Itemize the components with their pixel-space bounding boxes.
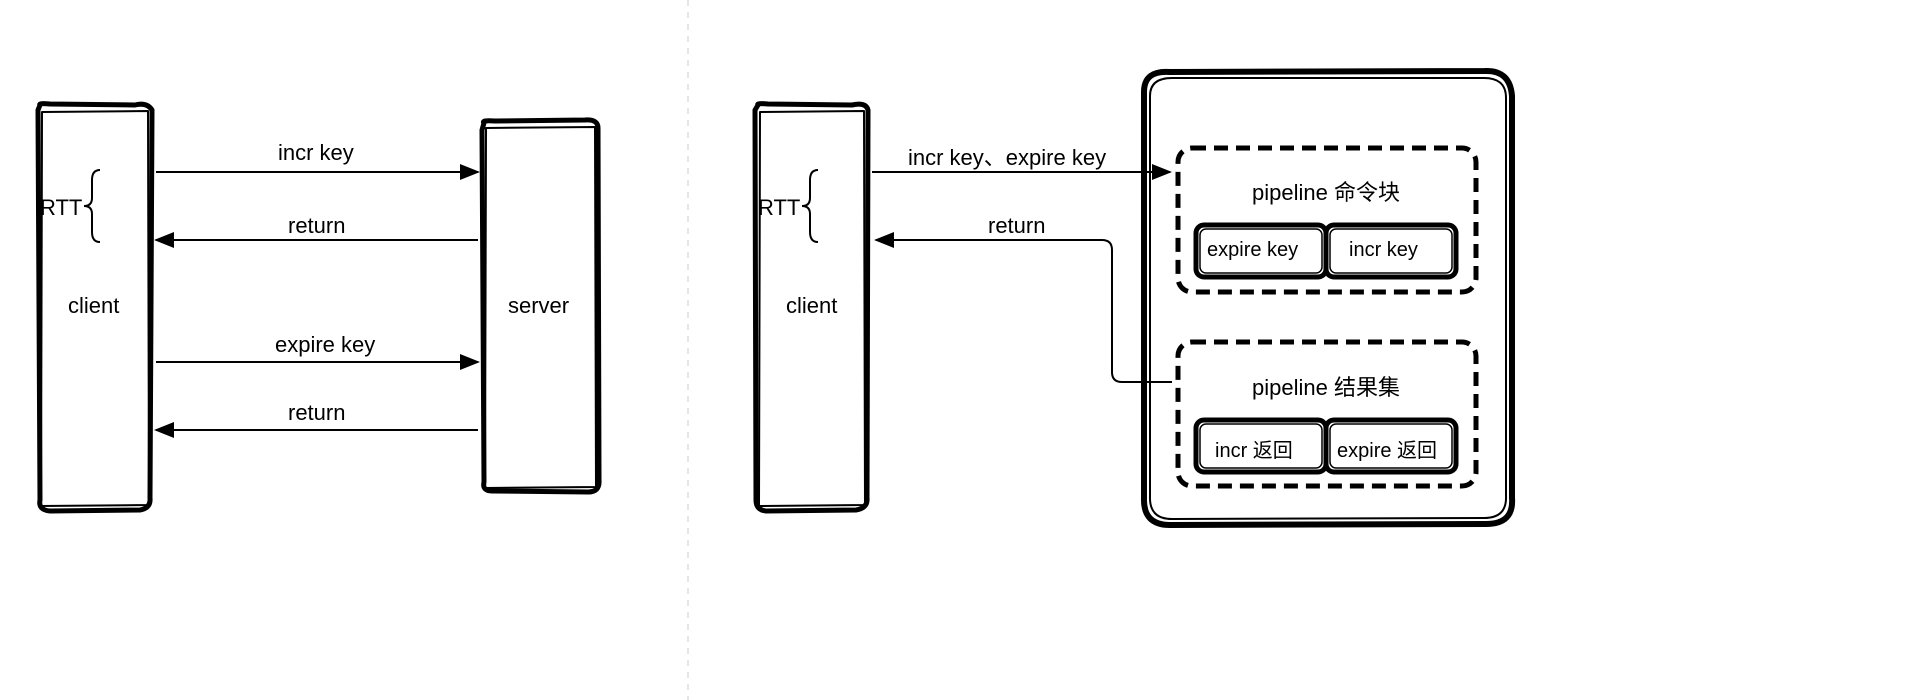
right-client-label: client — [786, 293, 837, 319]
right-result-item1-label: incr 返回 — [1215, 434, 1293, 463]
right-arrow-send-label: incr key、expire key — [908, 140, 1106, 172]
left-rtt-label: RTT — [40, 195, 82, 221]
right-arrow-return — [876, 240, 1172, 382]
left-arrow-incr-label: incr key — [278, 140, 354, 166]
left-arrow-return2-label: return — [288, 400, 345, 426]
right-arrow-return-label: return — [988, 213, 1045, 239]
left-client-label: client — [68, 293, 119, 319]
right-cmd-item1-label: expire key — [1207, 239, 1298, 262]
right-rtt-label: RTT — [758, 195, 800, 221]
left-arrow-return1-label: return — [288, 213, 345, 239]
diagram-container: RTT client server incr key return expire… — [0, 0, 1918, 700]
right-result-title: pipeline 结果集 — [1252, 370, 1400, 402]
left-rtt-brace — [84, 170, 100, 242]
left-arrow-expire-label: expire key — [275, 332, 375, 358]
left-server-label: server — [508, 293, 569, 319]
right-cmd-item2-label: incr key — [1349, 239, 1418, 262]
right-rtt-brace — [802, 170, 818, 242]
right-result-item2-label: expire 返回 — [1337, 434, 1437, 463]
right-cmd-title: pipeline 命令块 — [1252, 175, 1400, 207]
